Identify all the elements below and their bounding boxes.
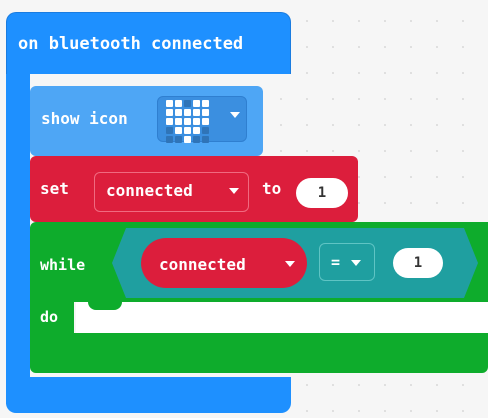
led-on bbox=[166, 118, 173, 125]
to-label: to bbox=[262, 179, 282, 198]
led-off bbox=[202, 136, 209, 143]
led-on bbox=[166, 109, 173, 116]
set-value-field[interactable]: 1 bbox=[296, 178, 348, 208]
led-off bbox=[193, 136, 200, 143]
led-on bbox=[184, 109, 191, 116]
led-on bbox=[166, 100, 173, 107]
led-on bbox=[193, 100, 200, 107]
led-on bbox=[202, 100, 209, 107]
operator-dropdown[interactable] bbox=[319, 243, 375, 281]
compare-value-field[interactable]: 1 bbox=[393, 248, 443, 278]
led-off bbox=[184, 100, 191, 107]
do-statement-slot[interactable] bbox=[76, 302, 488, 333]
while-label: while bbox=[40, 256, 86, 274]
led-on bbox=[175, 100, 182, 107]
chevron-down-icon bbox=[351, 260, 361, 266]
led-off bbox=[166, 127, 173, 134]
led-off bbox=[175, 136, 182, 143]
do-label: do bbox=[40, 308, 59, 326]
led-on bbox=[193, 109, 200, 116]
led-on bbox=[184, 136, 191, 143]
while-block-foot bbox=[30, 333, 488, 373]
led-on bbox=[175, 118, 182, 125]
led-off bbox=[166, 136, 173, 143]
chevron-down-icon bbox=[285, 261, 295, 267]
chevron-down-icon bbox=[229, 188, 239, 194]
led-on bbox=[202, 109, 209, 116]
show-icon-label: show icon bbox=[41, 109, 128, 128]
led-on bbox=[175, 127, 182, 134]
led-on bbox=[193, 118, 200, 125]
do-slot-notch bbox=[88, 302, 122, 310]
operator-label: = bbox=[331, 253, 341, 271]
variable-reporter-label: connected bbox=[159, 255, 246, 274]
chevron-down-icon bbox=[230, 112, 240, 118]
set-label: set bbox=[40, 179, 69, 198]
led-on bbox=[184, 127, 191, 134]
hat-block-body bbox=[6, 74, 30, 404]
hat-block-foot bbox=[6, 377, 291, 413]
hat-block-label: on bluetooth connected bbox=[18, 34, 244, 54]
variable-dropdown-label: connected bbox=[106, 181, 193, 200]
led-off bbox=[202, 127, 209, 134]
led-on bbox=[175, 109, 182, 116]
led-on bbox=[193, 127, 200, 134]
led-on bbox=[202, 118, 209, 125]
heart-icon bbox=[166, 100, 209, 143]
led-on bbox=[184, 118, 191, 125]
